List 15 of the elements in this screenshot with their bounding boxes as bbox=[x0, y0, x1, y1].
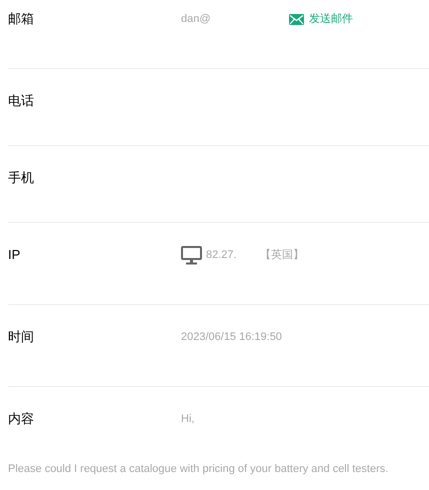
message-body: Please could I request a catalogue with pricing of your battery and cell testers. bbox=[8, 462, 390, 477]
field-value: 2023/06/15 16:19:50 bbox=[181, 330, 282, 345]
monitor-icon bbox=[181, 246, 202, 264]
send-email-link[interactable]: 发送邮件 bbox=[289, 10, 353, 28]
email-value: dan@ bbox=[181, 12, 212, 27]
field-label: IP bbox=[8, 246, 22, 264]
ip-value: 82.27. bbox=[206, 248, 238, 263]
field-label: 内容 bbox=[8, 410, 35, 428]
field-label: 邮箱 bbox=[8, 10, 35, 28]
field-value: Hi, bbox=[181, 412, 194, 427]
field-label: 手机 bbox=[8, 169, 35, 188]
envelope-icon bbox=[289, 14, 304, 24]
field-label: 电话 bbox=[8, 92, 35, 110]
region-label: 【英国】 bbox=[260, 248, 304, 263]
field-label: 时间 bbox=[8, 328, 35, 346]
